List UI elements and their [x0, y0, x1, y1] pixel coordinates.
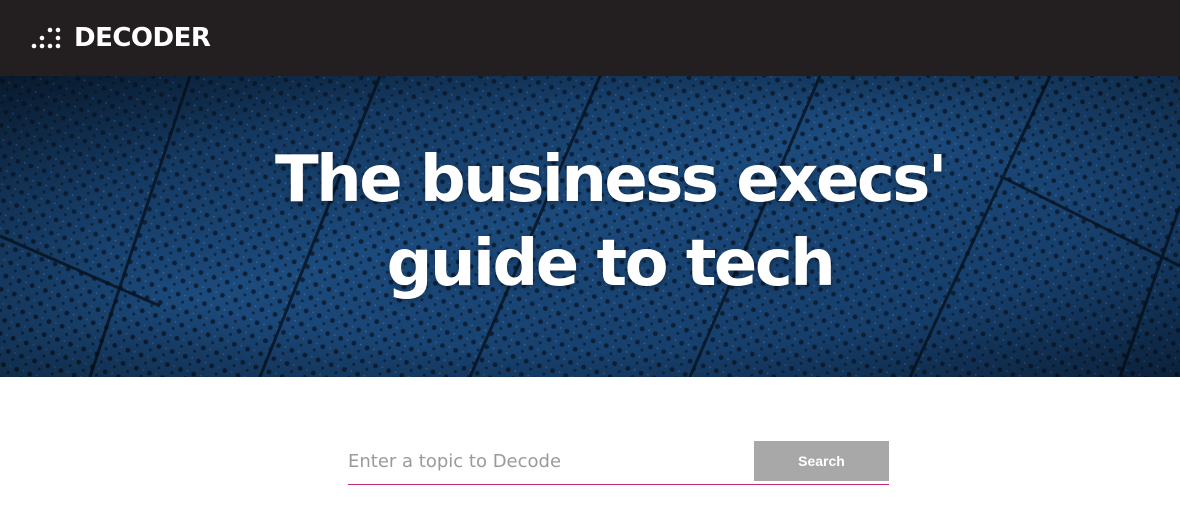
search-form: Search	[348, 441, 889, 486]
dots-icon	[31, 27, 61, 49]
search-underline	[348, 484, 889, 485]
decoder-logo-link[interactable]: DECODER	[31, 23, 211, 53]
hero-banner: The business execs' guide to tech	[0, 76, 1180, 377]
hero-title: The business execs' guide to tech	[0, 138, 1180, 306]
logo-text: DECODER	[74, 23, 211, 53]
hero-title-line-1: The business execs'	[275, 143, 947, 217]
top-header-bar: DECODER	[0, 0, 1180, 76]
search-button[interactable]: Search	[754, 441, 889, 481]
hero-title-line-2: guide to tech	[386, 227, 836, 301]
search-input[interactable]	[348, 441, 748, 481]
